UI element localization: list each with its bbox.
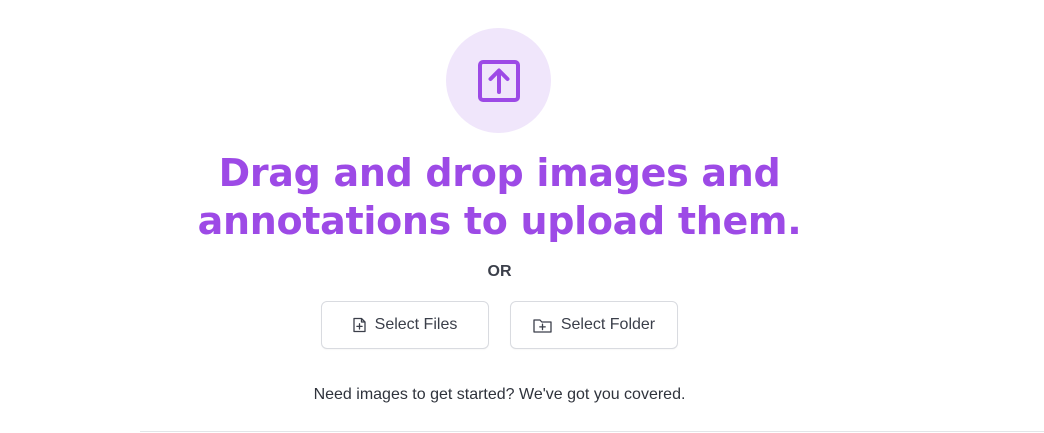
or-separator: OR <box>487 263 512 280</box>
need-images-text: Need images to get started? We've got yo… <box>313 386 686 403</box>
select-files-label: Select Files <box>374 316 458 333</box>
upload-headline-line-1: Drag and drop images and <box>218 151 781 195</box>
folder-plus-icon <box>533 318 552 333</box>
upload-headline: Drag and drop images and annotations to … <box>0 149 999 245</box>
upload-headline-line-2: annotations to upload them. <box>197 199 802 243</box>
divider <box>140 431 1044 432</box>
select-files-button[interactable]: Select Files <box>321 301 489 349</box>
select-folder-label: Select Folder <box>560 316 656 333</box>
upload-icon-badge <box>446 28 551 133</box>
file-plus-icon <box>352 317 366 333</box>
select-folder-button[interactable]: Select Folder <box>510 301 678 349</box>
upload-arrow-icon <box>477 59 520 102</box>
upload-dropzone[interactable]: Drag and drop images and annotations to … <box>0 0 1044 433</box>
